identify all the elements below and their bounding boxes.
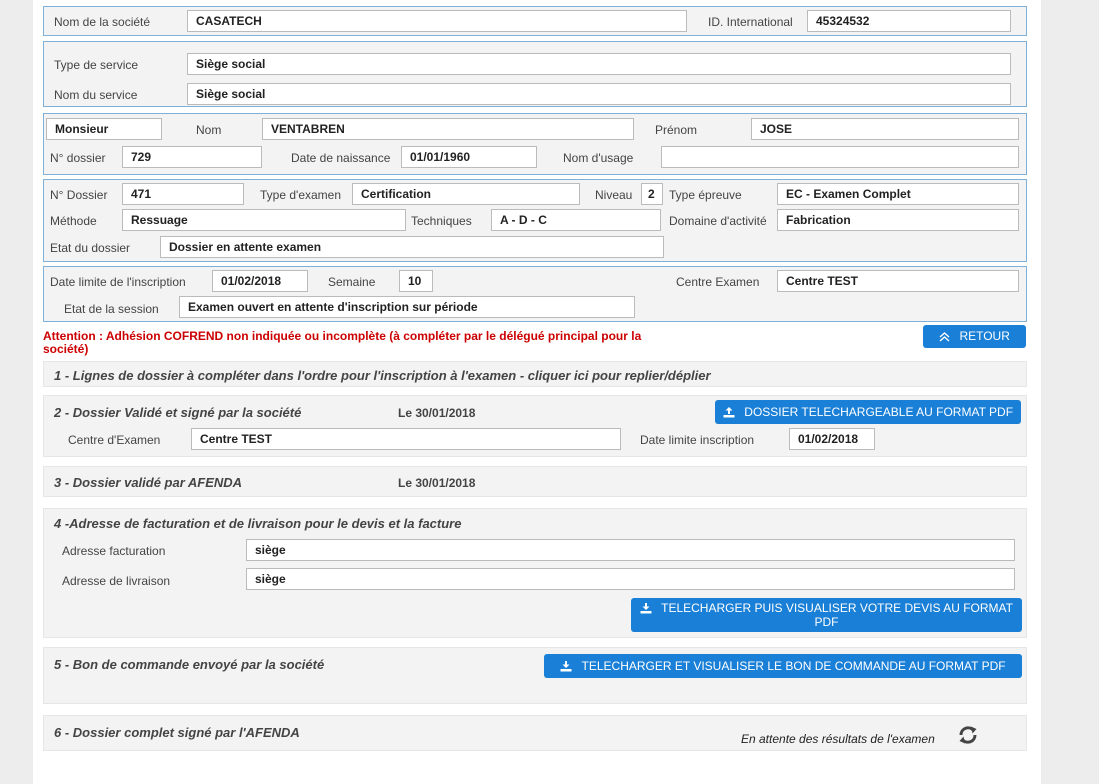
step-5-title: 5 - Bon de commande envoyé par la sociét… (54, 657, 325, 672)
etat-session-field[interactable]: Examen ouvert en attente d'inscription s… (179, 296, 635, 318)
upload-icon (723, 405, 744, 419)
service-name-label: Nom du service (54, 88, 138, 102)
step-2-title: 2 - Dossier Validé et signé par la socié… (54, 405, 302, 420)
step-2-section: 2 - Dossier Validé et signé par la socié… (43, 395, 1027, 457)
service-type-label: Type de service (54, 58, 139, 72)
page-scrollbar[interactable] (1080, 0, 1099, 784)
step-6-status: En attente des résultats de l'examen (741, 732, 935, 746)
service-name-field[interactable]: Siège social (187, 83, 1011, 105)
prenom-label: Prénom (655, 123, 698, 137)
company-name-field[interactable]: CASATECH (187, 10, 687, 32)
step-1-toggle[interactable]: 1 - Lignes de dossier à compléter dans l… (43, 361, 1027, 387)
double-chevron-up-icon (939, 329, 959, 343)
download-icon (640, 601, 661, 615)
download-dossier-pdf-label: DOSSIER TELECHARGEABLE AU FORMAT PDF (744, 405, 1014, 419)
step-3-title: 3 - Dossier validé par AFENDA (54, 475, 243, 490)
download-devis-pdf-label-line2: PDF (814, 615, 839, 629)
delivery-address-field[interactable]: siège (246, 568, 1015, 590)
person-dossier-label: N° dossier (50, 151, 106, 165)
usage-field[interactable] (661, 146, 1019, 168)
prenom-field[interactable]: JOSE (751, 118, 1019, 140)
session-limit-field[interactable]: 01/02/2018 (212, 270, 308, 292)
company-box: Nom de la société CASATECH ID. Internati… (43, 6, 1027, 36)
exam-type-label: Type d'examen (260, 188, 342, 202)
step-4-section: 4 -Adresse de facturation et de livraiso… (43, 508, 1027, 638)
birth-label: Date de naissance (291, 151, 391, 165)
exam-box: N° Dossier 471 Type d'examen Certificati… (43, 179, 1027, 262)
methode-label: Méthode (50, 214, 97, 228)
epreuve-field[interactable]: EC - Examen Complet (777, 183, 1019, 205)
step-3-section: 3 - Dossier validé par AFENDA Le 30/01/2… (43, 466, 1027, 497)
intl-id-label: ID. International (708, 15, 793, 29)
step-3-date: Le 30/01/2018 (398, 476, 476, 490)
civility-field[interactable]: Monsieur (46, 118, 162, 140)
step-2-limit-field[interactable]: 01/02/2018 (789, 428, 875, 450)
billing-address-field[interactable]: siège (246, 539, 1015, 561)
domaine-field[interactable]: Fabrication (777, 209, 1019, 231)
step-2-date: Le 30/01/2018 (398, 406, 476, 420)
service-box: Type de service Siège social Nom du serv… (43, 41, 1027, 107)
exam-dossier-field[interactable]: 471 (122, 183, 244, 205)
step-6-section: 6 - Dossier complet signé par l'AFENDA E… (43, 715, 1027, 751)
step-2-limit-label: Date limite inscription (640, 433, 755, 447)
session-limit-label: Date limite de l'inscription (50, 275, 186, 289)
week-label: Semaine (328, 275, 376, 289)
step-4-title: 4 -Adresse de facturation et de livraiso… (54, 516, 462, 531)
niveau-field[interactable]: 2 (641, 183, 663, 205)
nom-field[interactable]: VENTABREN (262, 118, 634, 140)
service-type-field[interactable]: Siège social (187, 53, 1011, 75)
etat-session-label: Etat de la session (64, 302, 159, 316)
step-6-title: 6 - Dossier complet signé par l'AFENDA (54, 725, 300, 740)
billing-address-label: Adresse facturation (62, 544, 166, 558)
step-1-title: 1 - Lignes de dossier à compléter dans l… (54, 368, 711, 383)
intl-id-field[interactable]: 45324532 (807, 10, 1011, 32)
techniques-label: Techniques (411, 214, 472, 228)
week-field[interactable]: 10 (399, 270, 433, 292)
person-dossier-field[interactable]: 729 (122, 146, 262, 168)
download-devis-pdf-label-line1: TELECHARGER PUIS VISUALISER VOTRE DEVIS … (661, 601, 1013, 615)
etat-dossier-field[interactable]: Dossier en attente examen (160, 236, 664, 258)
retour-button[interactable]: RETOUR (923, 325, 1026, 348)
niveau-label: Niveau (595, 188, 633, 202)
epreuve-label: Type épreuve (669, 188, 742, 202)
step-5-section: 5 - Bon de commande envoyé par la sociét… (43, 647, 1027, 704)
step-2-centre-field[interactable]: Centre TEST (191, 428, 621, 450)
person-box: Monsieur Nom VENTABREN Prénom JOSE N° do… (43, 113, 1027, 175)
methode-field[interactable]: Ressuage (122, 209, 406, 231)
main-page: Nom de la société CASATECH ID. Internati… (33, 0, 1041, 784)
download-bon-commande-pdf-label: TELECHARGER ET VISUALISER LE BON DE COMM… (581, 659, 1006, 673)
step-2-centre-label: Centre d'Examen (68, 433, 161, 447)
retour-label: RETOUR (959, 329, 1010, 343)
etat-dossier-label: Etat du dossier (50, 241, 131, 255)
exam-dossier-label: N° Dossier (50, 188, 108, 202)
techniques-field[interactable]: A - D - C (491, 209, 661, 231)
session-box: Date limite de l'inscription 01/02/2018 … (43, 266, 1027, 322)
delivery-address-label: Adresse de livraison (62, 574, 171, 588)
warning-message: Attention : Adhésion COFREND non indiqué… (43, 329, 642, 356)
download-bon-commande-pdf-button[interactable]: TELECHARGER ET VISUALISER LE BON DE COMM… (544, 654, 1022, 678)
download-devis-pdf-button[interactable]: TELECHARGER PUIS VISUALISER VOTRE DEVIS … (631, 598, 1022, 632)
birth-field[interactable]: 01/01/1960 (401, 146, 537, 168)
exam-type-field[interactable]: Certification (352, 183, 580, 205)
refresh-icon[interactable] (957, 724, 979, 749)
usage-label: Nom d'usage (563, 151, 634, 165)
centre-examen-field[interactable]: Centre TEST (777, 270, 1019, 292)
domaine-label: Domaine d'activité (669, 214, 767, 228)
company-name-label: Nom de la société (54, 15, 151, 29)
download-icon (560, 659, 581, 673)
nom-label: Nom (196, 123, 222, 137)
download-dossier-pdf-button[interactable]: DOSSIER TELECHARGEABLE AU FORMAT PDF (715, 400, 1021, 424)
centre-examen-label: Centre Examen (676, 275, 760, 289)
